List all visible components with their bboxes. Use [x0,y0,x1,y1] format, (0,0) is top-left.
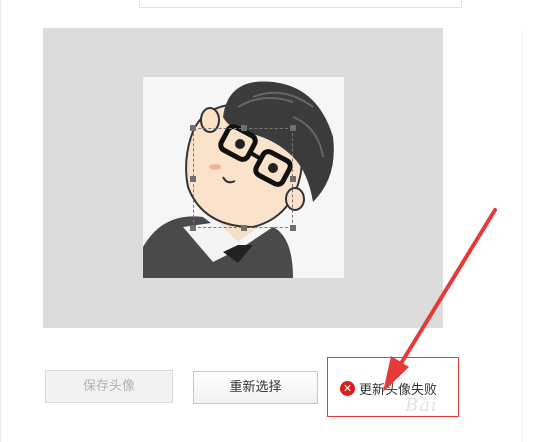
red-arrow-annotation [383,208,497,392]
